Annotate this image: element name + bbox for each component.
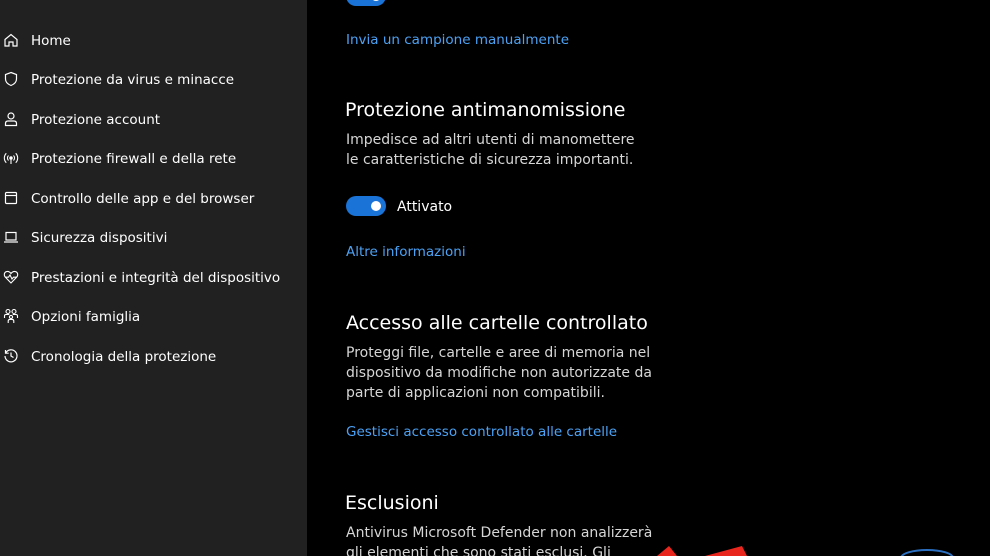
toggle-knob [371,0,381,1]
circle-button-edge-icon [900,549,954,556]
home-icon [1,30,21,50]
sidebar-item-home[interactable]: Home [0,23,307,59]
sidebar-item-family-options[interactable]: Opzioni famiglia [0,299,307,335]
exclusions-title: Esclusioni [345,492,439,514]
sidebar-item-virus-protection[interactable]: Protezione da virus e minacce [0,62,307,98]
more-info-link[interactable]: Altre informazioni [346,243,466,261]
sidebar-item-label: Cronologia della protezione [31,349,217,365]
laptop-icon [1,227,21,247]
person-icon [1,109,21,129]
sidebar-item-label: Opzioni famiglia [31,309,141,325]
sidebar-item-firewall[interactable]: Protezione firewall e della rete [0,141,307,177]
sidebar-item-protection-history[interactable]: Cronologia della protezione [0,339,307,375]
sidebar-item-label: Protezione firewall e della rete [31,151,237,167]
controlled-folder-access-description: Proteggi file, cartelle e aree di memori… [346,345,652,401]
tamper-protection-toggle-state: Attivato [397,199,453,215]
sidebar-item-label: Sicurezza dispositivi [31,230,168,246]
app-window-icon [1,188,21,208]
toggle-knob [371,201,381,211]
sidebar-item-label: Protezione da virus e minacce [31,72,235,88]
controlled-folder-access-title: Accesso alle cartelle controllato [346,312,648,334]
sidebar-item-device-performance[interactable]: Prestazioni e integrità del dispositivo [0,260,307,296]
main-content: Invia un campione manualmente Protezione… [307,0,990,556]
submit-sample-link[interactable]: Invia un campione manualmente [346,31,569,49]
previous-setting-toggle[interactable] [346,0,386,6]
sidebar-item-label: Prestazioni e integrità del dispositivo [31,270,281,286]
sidebar: Home Protezione da virus e minacce Prote… [0,0,307,556]
wifi-antenna-icon [1,148,21,168]
tamper-protection-title: Protezione antimanomissione [345,99,626,121]
tamper-protection-toggle[interactable] [346,196,386,216]
heart-pulse-icon [1,267,21,287]
sidebar-item-device-security[interactable]: Sicurezza dispositivi [0,220,307,256]
exclusions-description: Antivirus Microsoft Defender non analizz… [346,525,653,556]
sidebar-item-label: Home [31,33,71,49]
history-icon [1,346,21,366]
sidebar-item-label: Protezione account [31,112,161,128]
family-icon [1,306,21,326]
sidebar-item-account-protection[interactable]: Protezione account [0,102,307,138]
sidebar-item-app-browser-control[interactable]: Controllo delle app e del browser [0,181,307,217]
manage-controlled-folder-access-link[interactable]: Gestisci accesso controllato alle cartel… [346,423,617,441]
red-arrow-annotation [657,546,747,556]
shield-icon [1,69,21,89]
tamper-protection-description: Impedisce ad altri utenti di manomettere… [346,132,635,168]
sidebar-item-label: Controllo delle app e del browser [31,191,255,207]
